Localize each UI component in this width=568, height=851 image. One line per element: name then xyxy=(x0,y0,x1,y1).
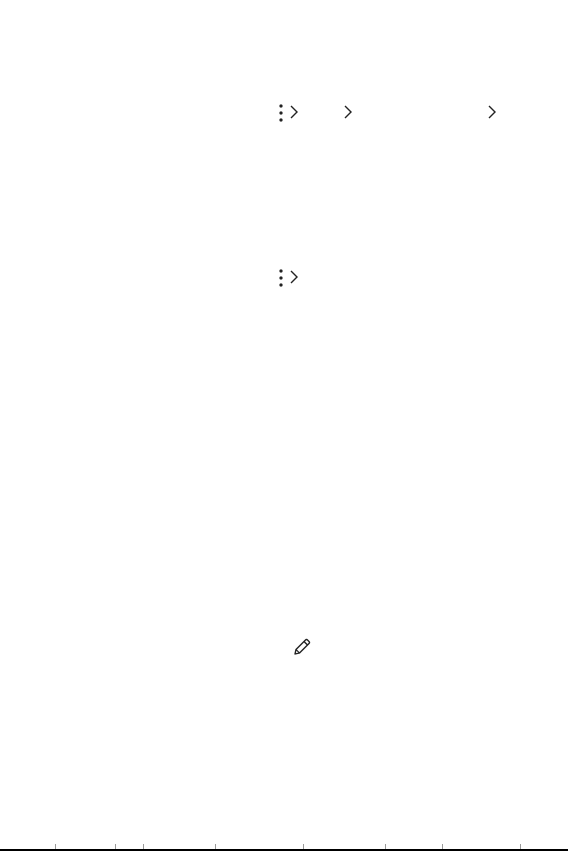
chevron-right-icon xyxy=(289,270,299,284)
more-vert-icon xyxy=(278,103,284,123)
pencil-icon xyxy=(292,637,312,657)
chevron-right-icon xyxy=(487,105,497,119)
chevron-right-icon xyxy=(289,105,299,119)
chevron-right-icon xyxy=(343,105,353,119)
more-vert-icon xyxy=(278,268,284,288)
manual-page xyxy=(0,0,568,851)
